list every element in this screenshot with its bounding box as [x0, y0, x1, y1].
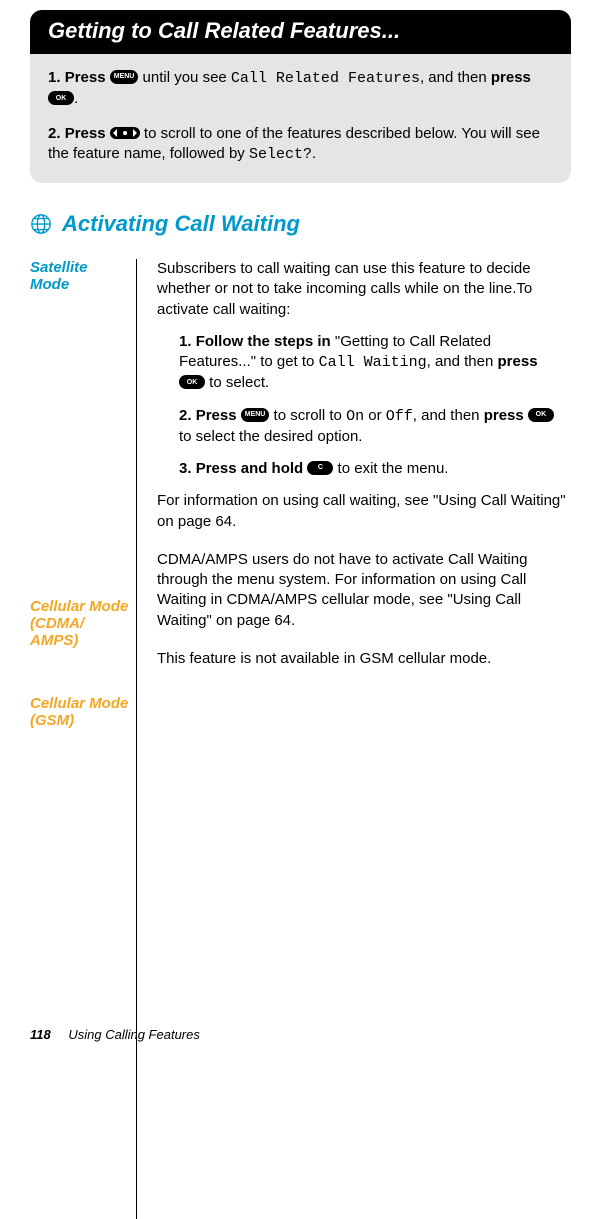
- grey-step-1: 1. Press MENU until you see Call Related…: [48, 68, 553, 110]
- page-footer: 118 Using Calling Features: [30, 1027, 200, 1042]
- step-text: to scroll to: [269, 407, 346, 424]
- step-text: until you see: [138, 69, 231, 86]
- section-heading-row: Activating Call Waiting: [30, 211, 571, 237]
- gsm-block: This feature is not available in GSM cel…: [157, 649, 567, 669]
- mode-label-cdma: Cellular Mode (CDMA/ AMPS): [30, 598, 130, 649]
- mode-content-column: Subscribers to call waiting can use this…: [157, 259, 571, 1219]
- step-text: to select.: [205, 374, 269, 391]
- lcd-text: On: [346, 408, 364, 425]
- step-text: , and then: [420, 69, 491, 86]
- step-text-bold: Press: [65, 69, 110, 86]
- step-text: to exit the menu.: [333, 460, 448, 477]
- step-text-bold: Press: [65, 125, 110, 142]
- nested-step-2: 2. Press MENU to scroll to On or Off, an…: [179, 406, 567, 448]
- header-title: Getting to Call Related Features...: [48, 18, 400, 43]
- mode-label-satellite: Satellite Mode: [30, 259, 130, 293]
- globe-icon: [30, 213, 52, 235]
- step-text-bold: press: [491, 69, 531, 86]
- lcd-text: Call Waiting: [319, 354, 427, 371]
- step-number: 1.: [48, 69, 61, 86]
- step-text-bold: Press: [196, 407, 241, 424]
- step-text: .: [312, 145, 316, 162]
- step-text: or: [364, 407, 386, 424]
- step-number: 1.: [179, 333, 192, 350]
- step-text: , and then: [413, 407, 484, 424]
- menu-button-icon: MENU: [110, 70, 139, 84]
- step-text-bold: Press and hold: [196, 460, 308, 477]
- step-text: .: [74, 90, 78, 107]
- satellite-outro: For information on using call waiting, s…: [157, 491, 567, 532]
- lcd-text: Off: [386, 408, 413, 425]
- step-text-bold: Follow the steps in: [196, 333, 335, 350]
- mode-labels-column: Satellite Mode Cellular Mode (CDMA/ AMPS…: [30, 259, 137, 1219]
- step-text: , and then: [427, 353, 498, 370]
- step-number: 2.: [48, 125, 61, 142]
- grey-steps-box: 1. Press MENU until you see Call Related…: [30, 54, 571, 183]
- satellite-intro: Subscribers to call waiting can use this…: [157, 259, 567, 320]
- step-number: 2.: [179, 407, 192, 424]
- page-number: 118: [30, 1027, 51, 1042]
- mode-label-gsm: Cellular Mode (GSM): [30, 695, 130, 729]
- nested-step-3: 3. Press and hold C to exit the menu.: [179, 459, 567, 479]
- nested-step-1: 1. Follow the steps in "Getting to Call …: [179, 332, 567, 394]
- satellite-block: Subscribers to call waiting can use this…: [157, 259, 567, 532]
- step-text-bold: press: [498, 353, 538, 370]
- c-button-icon: C: [307, 461, 333, 475]
- scroll-button-icon: [110, 127, 140, 139]
- header-box: Getting to Call Related Features...: [30, 10, 571, 54]
- step-text-bold: press: [484, 407, 528, 424]
- menu-button-icon: MENU: [241, 408, 270, 422]
- step-text: to select the desired option.: [179, 428, 362, 445]
- ok-button-icon: OK: [528, 408, 554, 422]
- cdma-block: CDMA/AMPS users do not have to activate …: [157, 550, 567, 631]
- step-number: 3.: [179, 460, 192, 477]
- ok-button-icon: OK: [179, 375, 205, 389]
- lcd-text: Call Related Features: [231, 70, 420, 87]
- grey-step-2: 2. Press to scroll to one of the feature…: [48, 124, 553, 166]
- section-title: Activating Call Waiting: [62, 211, 300, 237]
- ok-button-icon: OK: [48, 91, 74, 105]
- lcd-text: Select?: [249, 146, 312, 163]
- chapter-title: Using Calling Features: [68, 1027, 200, 1042]
- modes-table: Satellite Mode Cellular Mode (CDMA/ AMPS…: [30, 259, 571, 1219]
